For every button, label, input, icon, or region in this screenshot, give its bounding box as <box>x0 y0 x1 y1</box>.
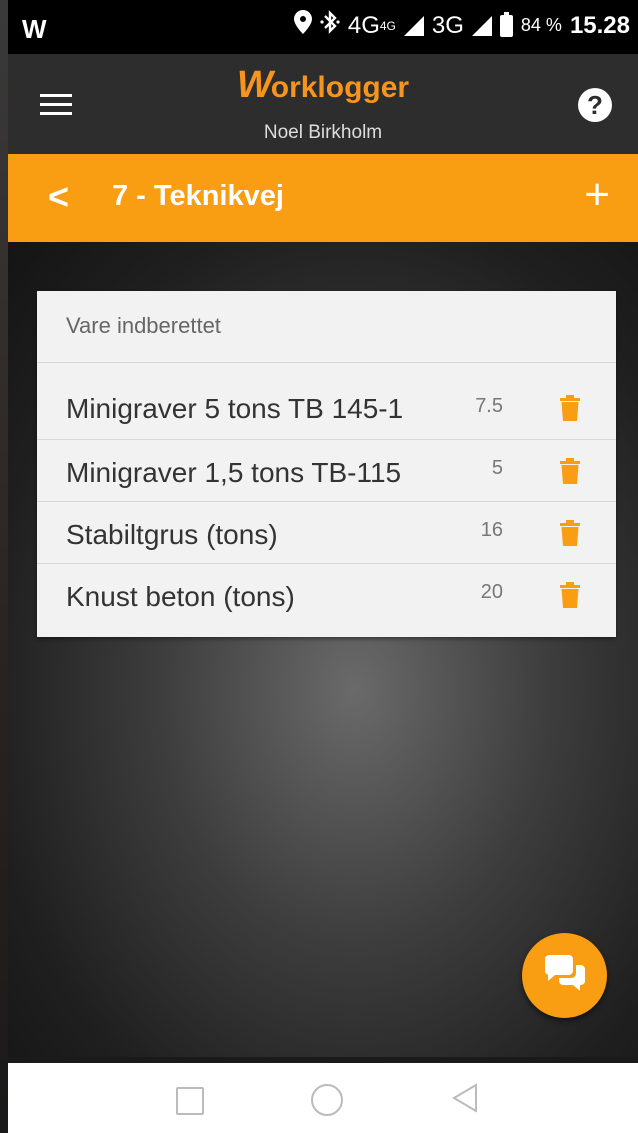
item-name: Stabiltgrus (tons) <box>66 519 278 550</box>
app-screen: W 4G 4G 3G 84 % 15.28 Worklogger Noel Bir… <box>0 0 638 1133</box>
app-header: Worklogger Noel Birkholm ? <box>8 54 638 154</box>
trash-icon[interactable] <box>560 582 580 608</box>
back-button[interactable]: < <box>48 176 69 218</box>
network-4g-label: 4G <box>347 11 380 39</box>
status-bar: W 4G 4G 3G 84 % 15.28 <box>8 0 638 54</box>
card-header: Vare indberettet <box>37 291 616 363</box>
chat-button[interactable] <box>522 933 607 1018</box>
signal-icon <box>403 15 424 36</box>
page-title: 7 - Teknikvej <box>112 180 284 212</box>
list-item[interactable]: Minigraver 1,5 tons TB-115 5 <box>37 440 616 502</box>
item-list: Minigraver 5 tons TB 145-1 7.5 Minigrave… <box>37 363 616 625</box>
trash-icon[interactable] <box>560 458 580 484</box>
item-name: Knust beton (tons) <box>66 581 295 612</box>
recents-button[interactable] <box>176 1087 204 1115</box>
add-button[interactable]: + <box>584 170 610 220</box>
location-icon <box>293 10 312 41</box>
reported-items-card: Vare indberettet Minigraver 5 tons TB 14… <box>37 291 616 637</box>
card-title: Vare indberettet <box>66 313 221 338</box>
item-name: Minigraver 1,5 tons TB-115 <box>66 457 402 488</box>
logo-text: orklogger <box>270 71 410 104</box>
bluetooth-icon <box>320 10 340 41</box>
help-icon[interactable]: ? <box>578 88 612 122</box>
network-3g-label: 3G <box>431 11 464 39</box>
chat-icon <box>545 955 585 991</box>
trash-icon[interactable] <box>560 520 580 546</box>
item-quantity: 16 <box>480 519 503 541</box>
item-quantity: 7.5 <box>475 395 503 417</box>
background-edge <box>0 0 8 1133</box>
list-item[interactable]: Knust beton (tons) 20 <box>37 564 616 625</box>
user-name: Noel Birkholm <box>263 122 383 143</box>
home-button[interactable] <box>311 1084 343 1116</box>
signal-icon-2 <box>471 15 492 36</box>
title-bar: < 7 - Teknikvej + <box>8 154 638 242</box>
system-nav-bar <box>8 1063 638 1133</box>
network-4g-badge: 4G <box>379 18 396 33</box>
item-quantity: 5 <box>491 457 503 479</box>
list-item[interactable]: Stabiltgrus (tons) 16 <box>37 502 616 564</box>
item-quantity: 20 <box>480 581 503 603</box>
trash-icon[interactable] <box>560 395 580 421</box>
list-item[interactable]: Minigraver 5 tons TB 145-1 7.5 <box>37 363 616 440</box>
battery-percent: 84 % <box>520 15 562 35</box>
app-notification-icon: W <box>22 14 47 44</box>
clock: 15.28 <box>569 11 630 39</box>
back-nav-button[interactable] <box>452 1083 478 1117</box>
logo-mark: W <box>236 64 273 106</box>
app-logo: Worklogger <box>8 64 638 107</box>
battery-icon <box>499 11 513 37</box>
item-name: Minigraver 5 tons TB 145-1 <box>66 393 404 424</box>
